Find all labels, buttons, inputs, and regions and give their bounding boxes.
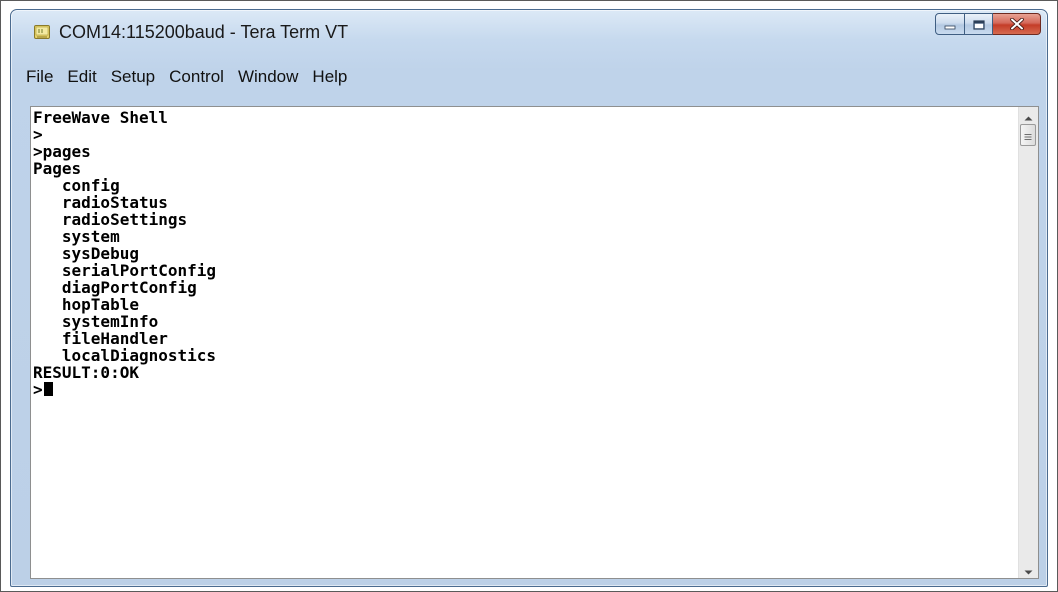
terminal-output[interactable]: FreeWave Shell > >pages Pages config rad… xyxy=(32,108,1018,578)
scroll-down-arrow-icon xyxy=(1024,560,1033,578)
terminal-line: Pages xyxy=(33,159,82,178)
tera-term-app-icon[interactable] xyxy=(34,24,50,39)
terminal-line: radioSettings xyxy=(33,210,188,229)
minimize-button[interactable] xyxy=(935,13,965,35)
menu-window[interactable]: Window xyxy=(231,62,305,92)
terminal-line: systemInfo xyxy=(33,312,159,331)
terminal-line: diagPortConfig xyxy=(33,278,197,297)
maximize-icon xyxy=(972,15,985,34)
terminal-line: radioStatus xyxy=(33,193,168,212)
menu-bar: File Edit Setup Control Window Help xyxy=(19,62,1039,92)
close-button[interactable] xyxy=(993,13,1041,35)
menu-control[interactable]: Control xyxy=(162,62,231,92)
terminal-line: sysDebug xyxy=(33,244,139,263)
terminal-line: system xyxy=(33,227,120,246)
menu-help[interactable]: Help xyxy=(305,62,354,92)
terminal-line: localDiagnostics xyxy=(33,346,217,365)
window-title: COM14:115200baud - Tera Term VT xyxy=(59,22,349,42)
menu-edit[interactable]: Edit xyxy=(60,62,103,92)
terminal-pane[interactable]: FreeWave Shell > >pages Pages config rad… xyxy=(30,106,1039,579)
scroll-thumb-grip-icon xyxy=(1024,126,1032,145)
scroll-up-button[interactable] xyxy=(1019,107,1038,124)
terminal-prompt: > xyxy=(33,380,43,399)
maximize-button[interactable] xyxy=(965,13,993,35)
terminal-line: >pages xyxy=(33,142,91,161)
menu-file[interactable]: File xyxy=(19,62,60,92)
terminal-prompt-line[interactable]: > xyxy=(32,381,1018,398)
terminal-line: > xyxy=(33,125,43,144)
scroll-up-arrow-icon xyxy=(1024,107,1033,125)
close-icon xyxy=(1009,15,1024,34)
menu-setup[interactable]: Setup xyxy=(104,62,162,92)
tera-term-window: COM14:115200baud - Tera Term VT File Edi… xyxy=(10,9,1048,587)
title-bar[interactable]: COM14:115200baud - Tera Term VT xyxy=(11,10,1047,50)
terminal-line: RESULT:0:OK xyxy=(33,363,139,382)
scroll-thumb[interactable] xyxy=(1020,124,1036,146)
vertical-scrollbar[interactable] xyxy=(1018,107,1038,578)
terminal-line: serialPortConfig xyxy=(33,261,217,280)
terminal-line: fileHandler xyxy=(33,329,168,348)
caption-buttons xyxy=(935,13,1041,35)
terminal-line: config xyxy=(33,176,120,195)
terminal-line: hopTable xyxy=(33,295,139,314)
scroll-down-button[interactable] xyxy=(1019,561,1038,578)
minimize-icon xyxy=(944,15,956,34)
terminal-line: FreeWave Shell xyxy=(33,108,168,127)
terminal-cursor xyxy=(43,382,53,396)
